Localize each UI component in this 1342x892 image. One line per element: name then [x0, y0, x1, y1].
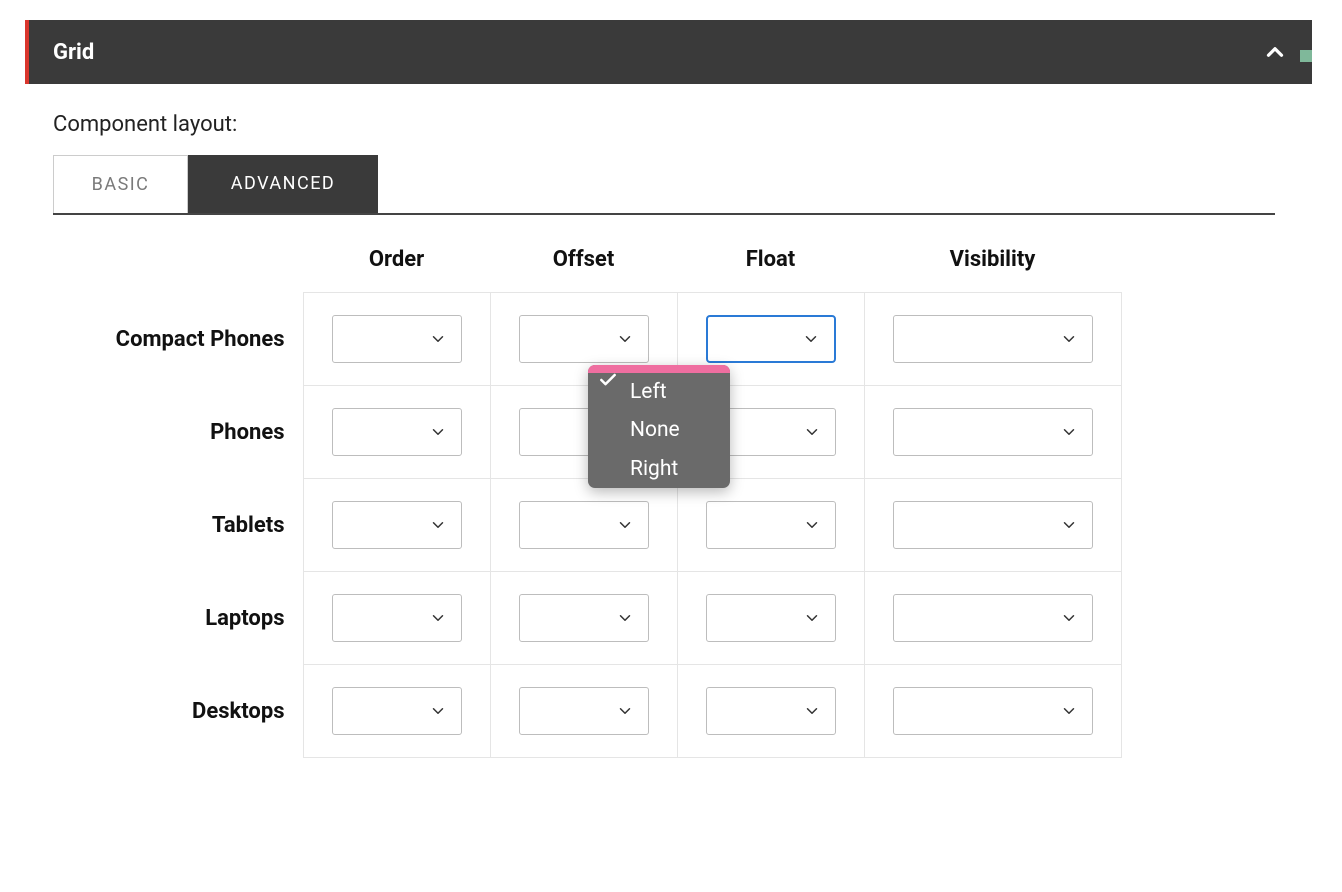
row-label-tablets: Tablets: [53, 479, 303, 572]
table-row: Compact Phones: [53, 293, 1121, 386]
visibility-select-phones[interactable]: [893, 408, 1093, 456]
row-label-compact-phones: Compact Phones: [53, 293, 303, 386]
chevron-down-icon: [429, 609, 447, 627]
float-option-label: Left: [630, 380, 667, 404]
row-label-phones: Phones: [53, 386, 303, 479]
float-select-compact-phones[interactable]: [706, 315, 836, 363]
chevron-down-icon: [616, 330, 634, 348]
chevron-down-icon: [803, 702, 821, 720]
chevron-down-icon: [616, 609, 634, 627]
order-select-laptops[interactable]: [332, 594, 462, 642]
section-label: Component layout:: [53, 112, 1312, 137]
chevron-down-icon: [616, 516, 634, 534]
float-option-left[interactable]: Left: [588, 373, 730, 411]
float-option-label: None: [630, 418, 680, 442]
chevron-down-icon: [802, 330, 820, 348]
offset-select-desktops[interactable]: [519, 687, 649, 735]
float-select-desktops[interactable]: [706, 687, 836, 735]
chevron-down-icon: [1060, 423, 1078, 441]
float-select-laptops[interactable]: [706, 594, 836, 642]
visibility-select-desktops[interactable]: [893, 687, 1093, 735]
float-select-tablets[interactable]: [706, 501, 836, 549]
table-row: Laptops: [53, 572, 1121, 665]
col-header-visibility: Visibility: [864, 235, 1121, 293]
chevron-down-icon: [1060, 330, 1078, 348]
visibility-select-compact-phones[interactable]: [893, 315, 1093, 363]
float-option-right[interactable]: Right: [588, 450, 730, 488]
layout-table: Order Offset Float Visibility Compact Ph…: [53, 235, 1122, 758]
row-label-laptops: Laptops: [53, 572, 303, 665]
chevron-down-icon: [803, 516, 821, 534]
order-select-compact-phones[interactable]: [332, 315, 462, 363]
order-select-tablets[interactable]: [332, 501, 462, 549]
chevron-down-icon: [803, 609, 821, 627]
chevron-down-icon: [429, 423, 447, 441]
col-header-order: Order: [303, 235, 490, 293]
chevron-down-icon: [616, 702, 634, 720]
float-option-blank[interactable]: [588, 365, 730, 373]
chevron-down-icon: [429, 702, 447, 720]
col-header-float: Float: [677, 235, 864, 293]
chevron-up-icon[interactable]: [1262, 39, 1288, 65]
col-header-offset: Offset: [490, 235, 677, 293]
tab-advanced[interactable]: ADVANCED: [188, 155, 378, 213]
float-option-none[interactable]: None: [588, 411, 730, 449]
corner-indicator-icon: [1300, 50, 1312, 62]
table-row: Phones: [53, 386, 1121, 479]
table-row: Tablets: [53, 479, 1121, 572]
visibility-select-laptops[interactable]: [893, 594, 1093, 642]
row-label-desktops: Desktops: [53, 665, 303, 758]
float-option-label: Right: [630, 457, 678, 481]
table-row: Desktops: [53, 665, 1121, 758]
chevron-down-icon: [429, 330, 447, 348]
offset-select-tablets[interactable]: [519, 501, 649, 549]
offset-select-compact-phones[interactable]: [519, 315, 649, 363]
chevron-down-icon: [1060, 516, 1078, 534]
panel-header[interactable]: Grid: [25, 20, 1312, 84]
chevron-down-icon: [803, 423, 821, 441]
chevron-down-icon: [1060, 702, 1078, 720]
order-select-desktops[interactable]: [332, 687, 462, 735]
offset-select-laptops[interactable]: [519, 594, 649, 642]
chevron-down-icon: [429, 516, 447, 534]
visibility-select-tablets[interactable]: [893, 501, 1093, 549]
float-dropdown: Left None Right: [588, 365, 730, 488]
panel-title: Grid: [53, 40, 94, 65]
tab-basic[interactable]: BASIC: [53, 155, 188, 213]
order-select-phones[interactable]: [332, 408, 462, 456]
chevron-down-icon: [1060, 609, 1078, 627]
tabs: BASIC ADVANCED: [53, 155, 1275, 215]
